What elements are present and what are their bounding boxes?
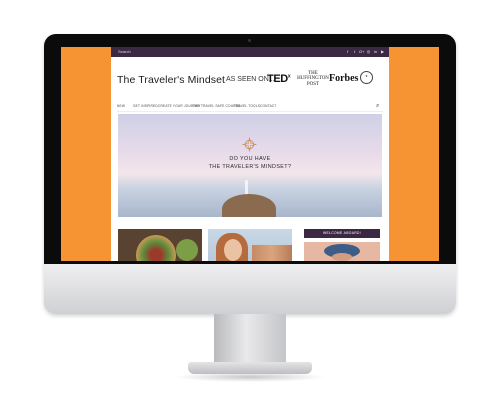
twitter-icon[interactable]: t — [352, 49, 357, 55]
welcome-aboard-button[interactable]: WELCOME ABOARD! — [304, 229, 380, 238]
ted-logo-text: TED — [267, 73, 288, 85]
website-page: Search f t G+ ◎ in ▶ The Traveler's Mind… — [111, 47, 389, 261]
topbar-search-link[interactable]: Search — [118, 48, 131, 56]
nav-item-contact[interactable]: CONTACT — [260, 102, 277, 110]
ted-logo: TEDx — [267, 73, 291, 85]
compass-icon — [242, 137, 257, 152]
huffington-post-logo: THE HUFFINGTON POST — [297, 71, 329, 87]
site-logo[interactable]: The Traveler's Mindset — [117, 74, 225, 86]
hero-title-line2: THE TRAVELER'S MINDSET? — [208, 164, 292, 170]
nav-divider — [117, 111, 383, 112]
welcome-photo — [304, 242, 380, 261]
top-bar: Search f t G+ ◎ in ▶ — [111, 47, 389, 57]
hero-banner[interactable]: DO YOU HAVE THE TRAVELER'S MINDSET? — [118, 114, 382, 217]
post-thumbnail-food[interactable] — [118, 229, 202, 261]
portrait-cityscape — [252, 245, 292, 261]
ted-logo-x: x — [287, 73, 291, 80]
nav-item-travel-tools[interactable]: TRAVEL TOOLS — [234, 102, 260, 110]
portrait-face — [224, 239, 242, 261]
food-plate — [136, 235, 176, 261]
welcome-photo-face — [332, 253, 352, 261]
facebook-icon[interactable]: f — [345, 49, 350, 55]
youtube-icon[interactable]: ▶ — [380, 49, 385, 55]
linkedin-icon[interactable]: in — [373, 49, 378, 55]
forbes-logo: Forbes — [329, 73, 359, 84]
monitor-stand-foot — [188, 362, 312, 374]
webcam — [248, 39, 251, 42]
food-bowl — [176, 239, 198, 261]
monitor-chin — [44, 264, 456, 314]
monitor-stand-neck — [214, 314, 286, 366]
hero-cliff — [222, 194, 276, 217]
press-seal-logo: ★ — [360, 71, 373, 84]
post-thumbnail-portrait[interactable] — [208, 229, 292, 261]
nav-item-new[interactable]: NEW — [117, 102, 125, 110]
instagram-icon[interactable]: ◎ — [366, 49, 371, 55]
nav-item-get-inspired[interactable]: GET INSPIRED — [133, 102, 158, 110]
social-links: f t G+ ◎ in ▶ — [345, 49, 385, 55]
search-icon[interactable]: ⌕ — [376, 102, 382, 110]
hero-title-line1: DO YOU HAVE — [229, 156, 271, 162]
screen: Search f t G+ ◎ in ▶ The Traveler's Mind… — [61, 47, 439, 261]
google-plus-icon[interactable]: G+ — [359, 49, 364, 55]
